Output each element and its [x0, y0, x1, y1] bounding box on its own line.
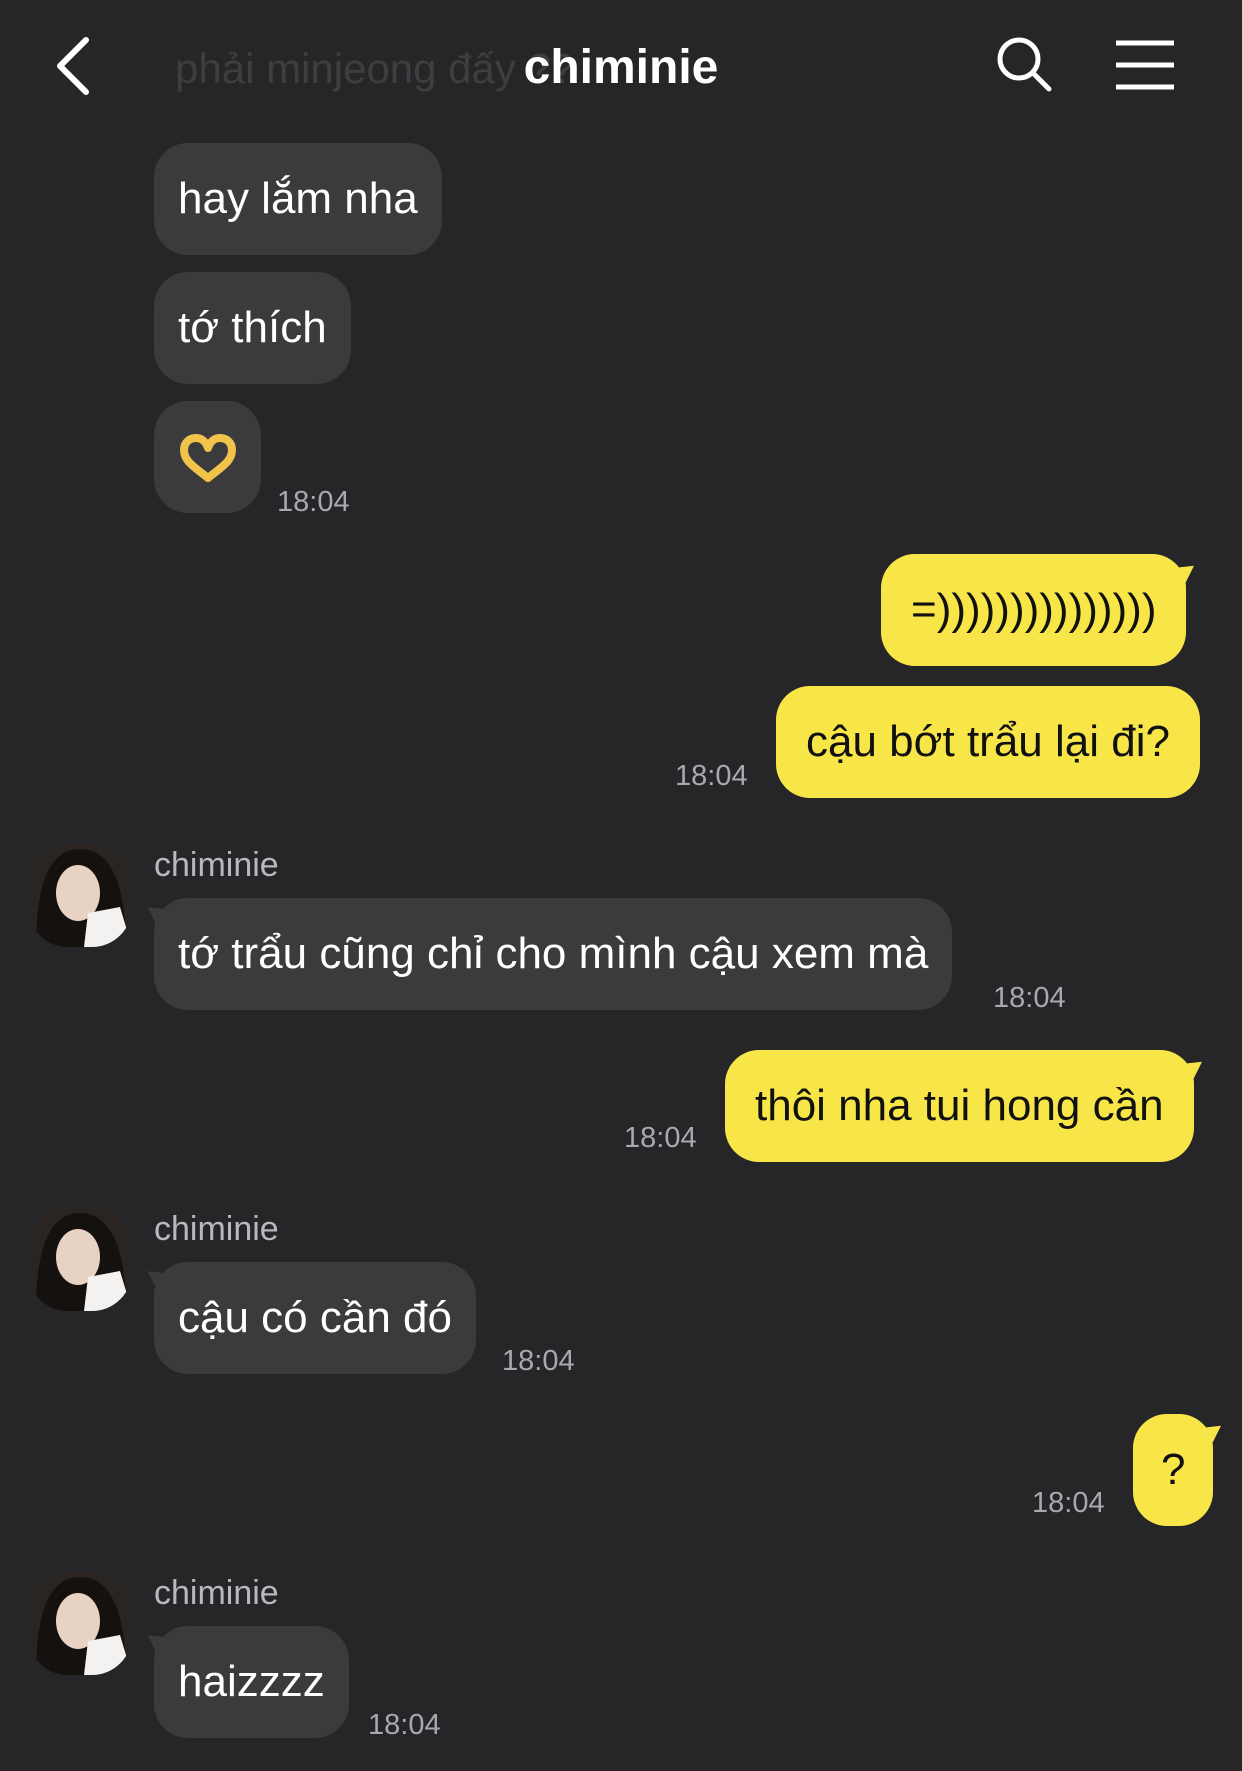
sender-name: chiminie: [154, 1210, 279, 1248]
message-timestamp: 18:04: [277, 486, 350, 518]
menu-button[interactable]: [1113, 38, 1177, 92]
message-bubble-outgoing[interactable]: =))))))))))))))): [881, 554, 1187, 666]
message-timestamp: 18:04: [624, 1122, 697, 1154]
sender-avatar[interactable]: [28, 1571, 132, 1675]
message-timestamp: 18:04: [368, 1709, 441, 1741]
message-bubble-incoming[interactable]: haizzzz: [154, 1626, 349, 1738]
message-bubble-incoming[interactable]: hay lắm nha: [154, 143, 442, 255]
sender-name: chiminie: [154, 1574, 279, 1612]
message-bubble-incoming[interactable]: tớ thích: [154, 272, 351, 384]
message-timestamp: 18:04: [502, 1345, 575, 1377]
sender-name: chiminie: [154, 846, 279, 884]
message-bubble-outgoing[interactable]: ?: [1133, 1414, 1214, 1526]
profile-photo: [28, 1207, 132, 1311]
search-button[interactable]: [994, 34, 1054, 94]
message-timestamp: 18:04: [675, 760, 748, 792]
message-timestamp: 18:04: [1032, 1487, 1105, 1519]
sender-avatar[interactable]: [28, 1207, 132, 1311]
message-bubble-incoming[interactable]: tớ trẩu cũng chỉ cho mình cậu xem mà: [154, 898, 953, 1010]
chat-header: phải minjeong đấy ?? chiminie: [0, 0, 1242, 125]
chat-title[interactable]: chiminie: [0, 40, 1242, 95]
chat-screen: phải minjeong đấy ?? chiminie hay lắm nh…: [0, 0, 1242, 1771]
message-bubble-incoming-emoji[interactable]: [154, 401, 261, 513]
sender-avatar[interactable]: [28, 843, 132, 947]
message-timestamp: 18:04: [993, 982, 1066, 1014]
message-bubble-outgoing[interactable]: cậu bớt trẩu lại đi?: [776, 686, 1200, 798]
search-icon: [997, 37, 1052, 92]
message-bubble-incoming[interactable]: cậu có cần đó: [154, 1262, 476, 1374]
profile-photo: [28, 1571, 132, 1675]
message-bubble-outgoing[interactable]: thôi nha tui hong cần: [725, 1050, 1194, 1162]
heart-hands-emoji-icon: [180, 434, 236, 483]
hamburger-menu-icon: [1116, 40, 1174, 90]
profile-photo: [28, 843, 132, 947]
